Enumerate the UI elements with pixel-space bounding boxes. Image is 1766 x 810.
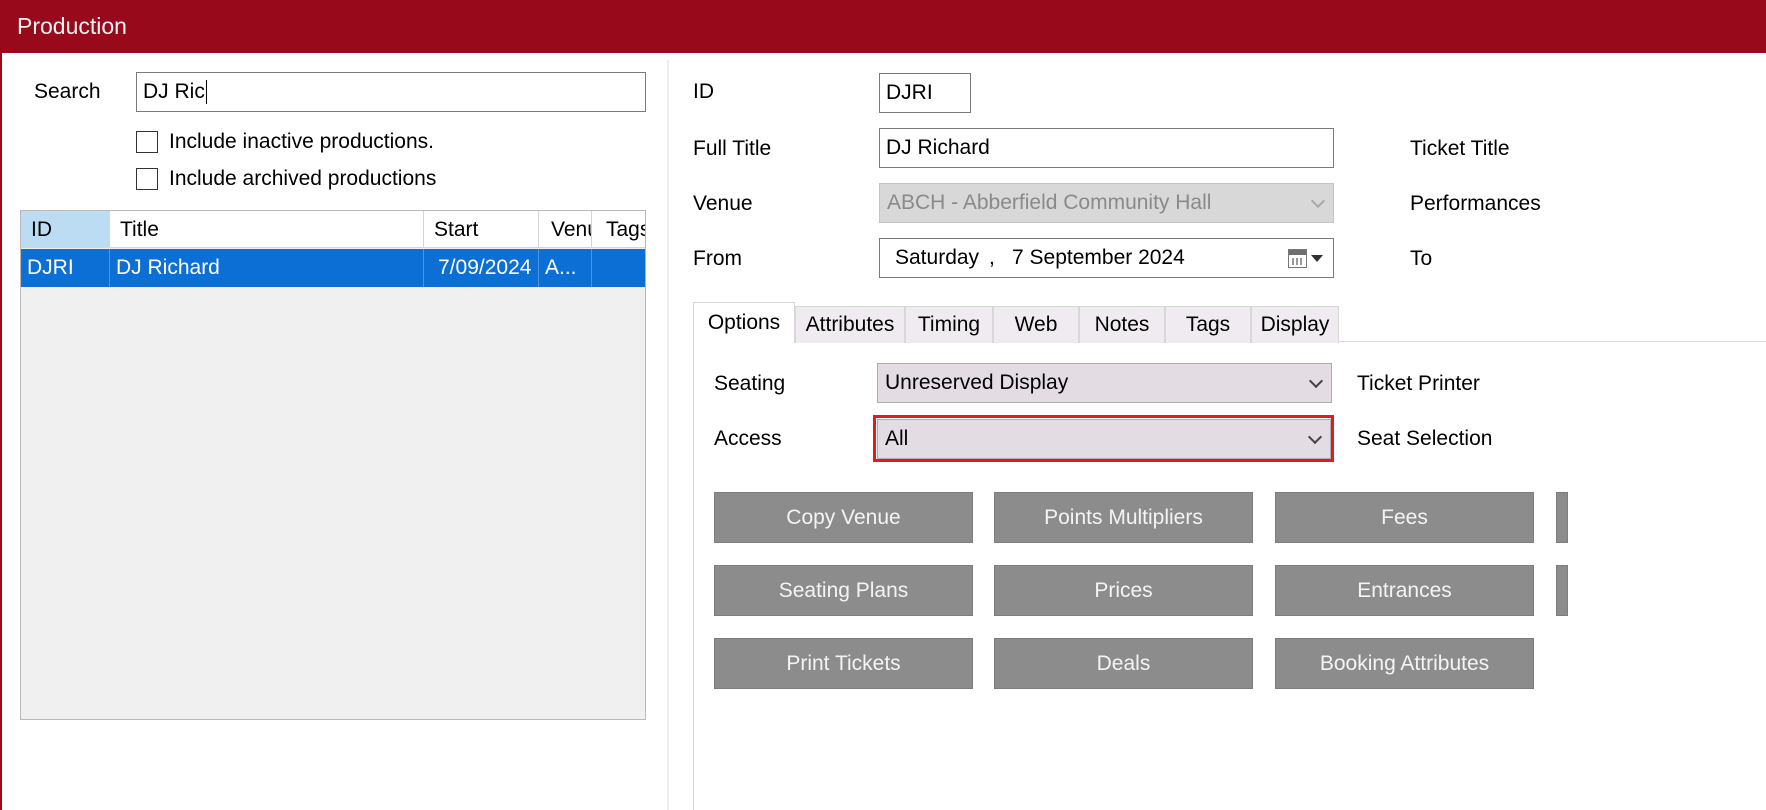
column-header-start[interactable]: Start xyxy=(424,211,539,248)
deals-button[interactable]: Deals xyxy=(994,638,1253,689)
tab-web[interactable]: Web xyxy=(993,306,1079,343)
tab-options[interactable]: Options xyxy=(693,302,795,343)
include-archived-label: Include archived productions xyxy=(169,167,437,190)
seating-plans-button[interactable]: Seating Plans xyxy=(714,565,973,616)
include-inactive-checkbox[interactable]: Include inactive productions. xyxy=(136,130,434,154)
seating-value: Unreserved Display xyxy=(885,371,1069,394)
venue-combobox: ABCH - Abberfield Community Hall xyxy=(879,183,1334,223)
full-title-input[interactable]: DJ Richard xyxy=(879,128,1334,168)
from-day: Saturday xyxy=(895,246,980,269)
id-value: DJRI xyxy=(886,81,933,104)
grid-header: ID Title Start Venu Tags xyxy=(21,211,645,248)
tab-notes[interactable]: Notes xyxy=(1079,306,1165,343)
dropdown-arrow-icon[interactable] xyxy=(1311,255,1323,262)
productions-grid: ID Title Start Venu Tags DJRI DJ Richard… xyxy=(20,210,646,720)
offscreen-button[interactable] xyxy=(1556,492,1568,543)
table-row[interactable]: DJRI DJ Richard 7/09/2024 A... xyxy=(21,249,645,287)
include-archived-checkbox[interactable]: Include archived productions xyxy=(136,167,436,191)
points-multipliers-button[interactable]: Points Multipliers xyxy=(994,492,1253,543)
chevron-down-icon xyxy=(1310,193,1326,209)
offscreen-button[interactable] xyxy=(1556,565,1568,616)
tab-timing[interactable]: Timing xyxy=(905,306,993,343)
from-date: 7 September 2024 xyxy=(1012,246,1185,269)
ticket-title-label: Ticket Title xyxy=(1410,137,1510,160)
full-title-label: Full Title xyxy=(693,137,772,160)
tab-attributes[interactable]: Attributes xyxy=(795,306,905,343)
booking-attributes-button[interactable]: Booking Attributes xyxy=(1275,638,1534,689)
prices-button[interactable]: Prices xyxy=(994,565,1253,616)
column-header-venue[interactable]: Venu xyxy=(539,211,592,248)
tab-display[interactable]: Display xyxy=(1251,306,1339,343)
fees-button[interactable]: Fees xyxy=(1275,492,1534,543)
row-tags xyxy=(592,249,645,287)
search-label: Search xyxy=(34,80,101,103)
venue-value: ABCH - Abberfield Community Hall xyxy=(887,191,1212,214)
full-title-value: DJ Richard xyxy=(886,136,990,159)
search-input-value: DJ Ric xyxy=(143,80,205,103)
id-input[interactable]: DJRI xyxy=(879,73,971,113)
window-title: Production xyxy=(17,13,127,39)
chevron-down-icon[interactable] xyxy=(1308,373,1324,389)
tab-tags[interactable]: Tags xyxy=(1165,306,1251,343)
seat-selection-label: Seat Selection xyxy=(1357,427,1493,450)
ticket-printer-label: Ticket Printer xyxy=(1357,372,1480,395)
row-venue: A... xyxy=(539,249,592,287)
venue-label: Venue xyxy=(693,192,753,215)
from-date-picker[interactable]: Saturday , 7 September 2024 xyxy=(879,238,1334,278)
seating-label: Seating xyxy=(714,372,786,395)
print-tickets-button[interactable]: Print Tickets xyxy=(714,638,973,689)
to-label: To xyxy=(1410,247,1433,270)
include-inactive-label: Include inactive productions. xyxy=(169,130,434,153)
row-title: DJ Richard xyxy=(110,249,424,287)
panel-splitter[interactable] xyxy=(667,60,669,810)
from-label: From xyxy=(693,247,742,270)
text-caret xyxy=(205,80,207,104)
id-label: ID xyxy=(693,80,714,103)
column-header-id[interactable]: ID xyxy=(21,211,110,248)
row-id: DJRI xyxy=(21,249,110,287)
checkbox-box[interactable] xyxy=(136,168,158,190)
seating-combobox[interactable]: Unreserved Display xyxy=(877,363,1332,403)
search-input[interactable]: DJ Ric xyxy=(136,72,646,112)
column-header-title[interactable]: Title xyxy=(110,211,424,248)
checkbox-box[interactable] xyxy=(136,131,158,153)
access-label: Access xyxy=(714,427,782,450)
performances-label: Performances xyxy=(1410,192,1541,215)
access-highlight-box xyxy=(873,415,1334,462)
copy-venue-button[interactable]: Copy Venue xyxy=(714,492,973,543)
calendar-icon[interactable] xyxy=(1288,249,1307,268)
entrances-button[interactable]: Entrances xyxy=(1275,565,1534,616)
from-separator: , xyxy=(989,246,995,269)
column-header-tags[interactable]: Tags xyxy=(592,211,645,248)
tab-strip: Options Attributes Timing Web Notes Tags… xyxy=(693,302,1766,343)
title-bar: Production xyxy=(0,0,1766,53)
row-start: 7/09/2024 xyxy=(424,249,539,287)
